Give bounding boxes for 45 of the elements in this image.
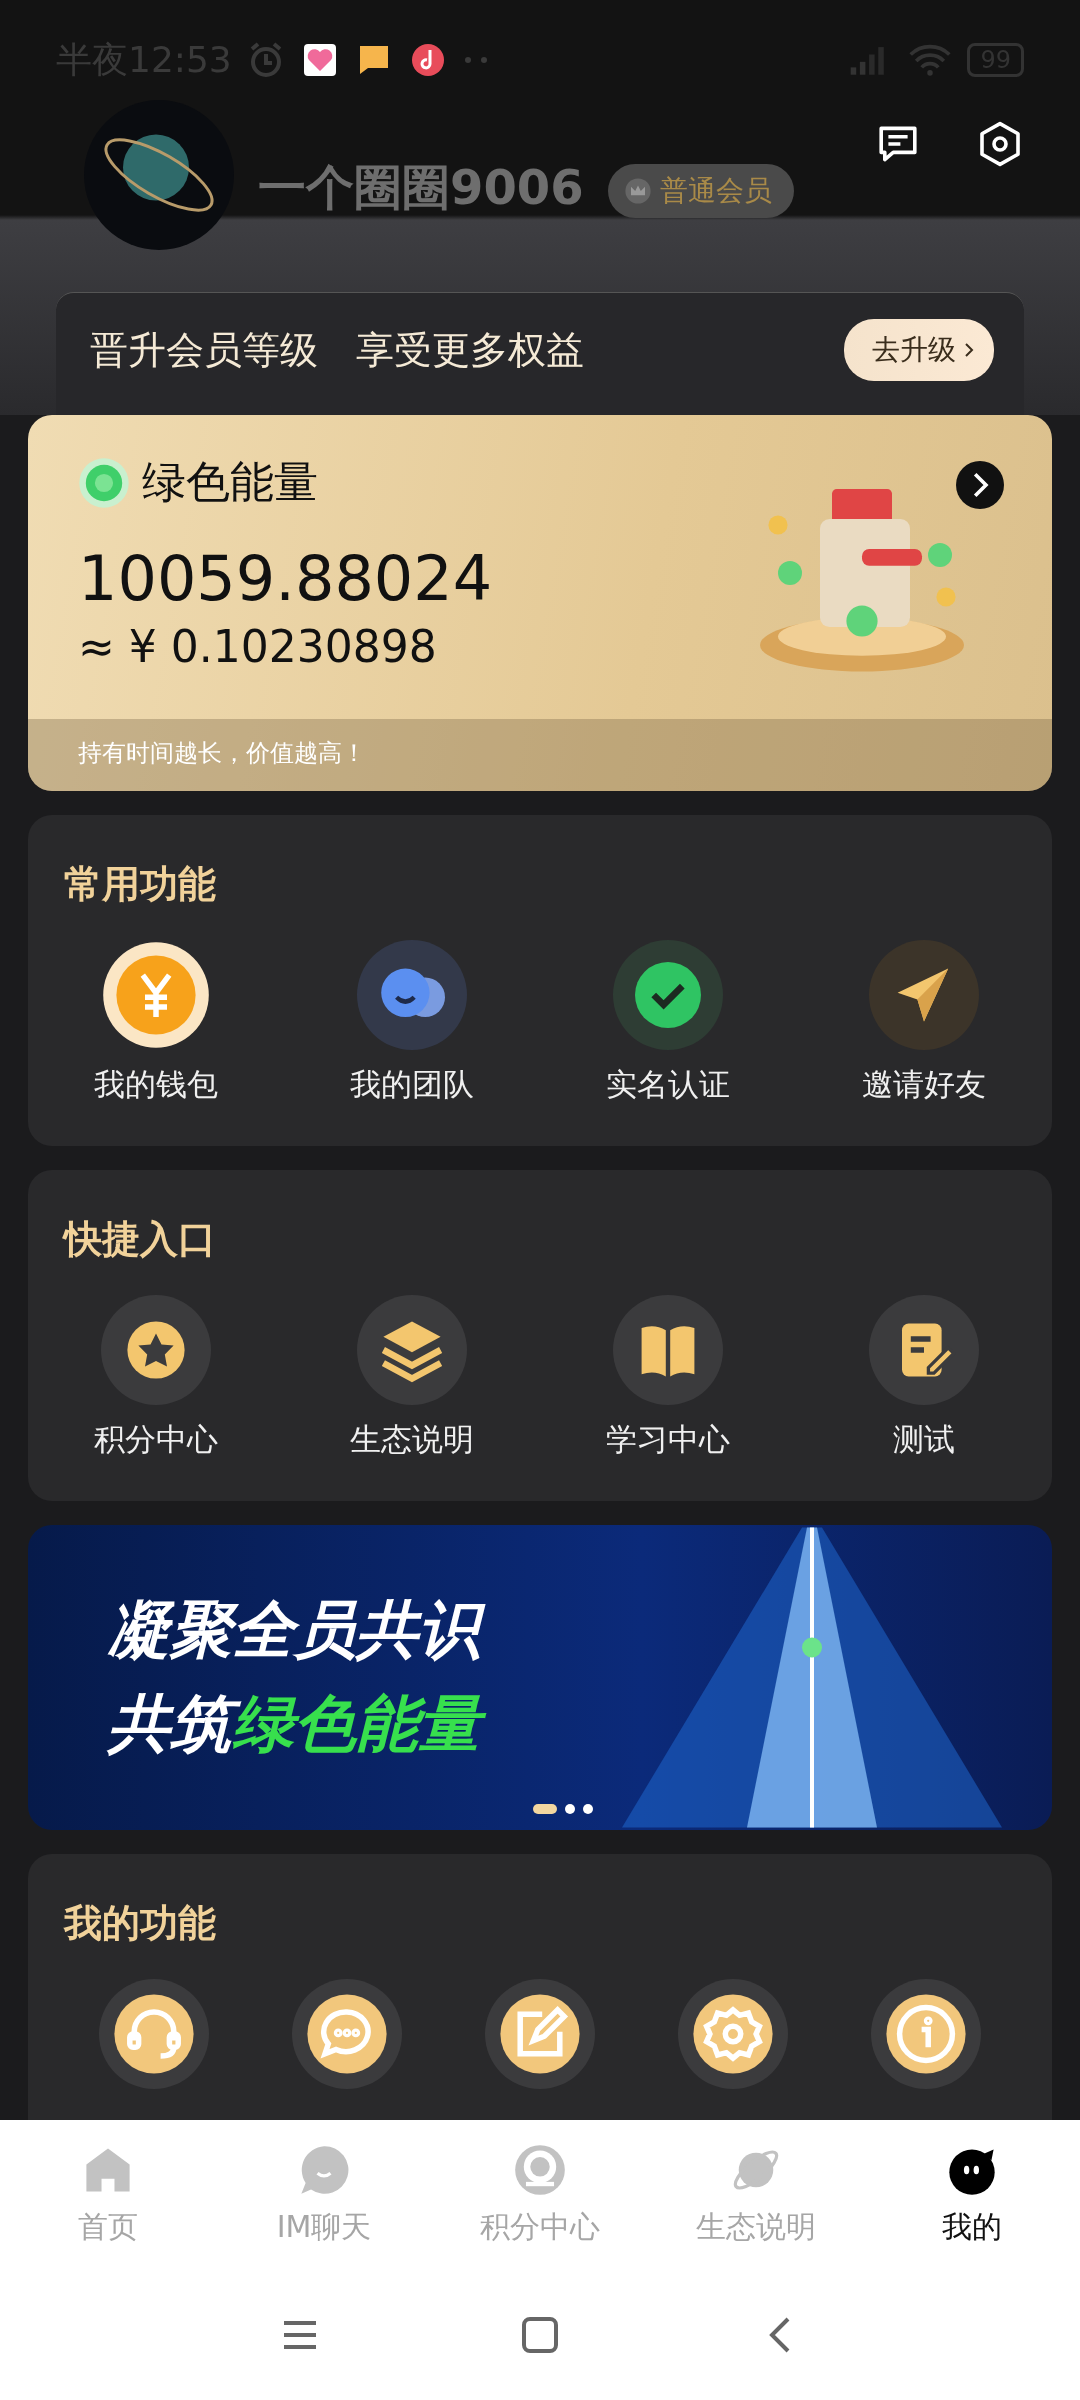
edit-note-icon xyxy=(869,1295,979,1405)
tab-item[interactable]: 我的 xyxy=(864,2142,1080,2248)
promo-banner[interactable]: 凝聚全员共识 共筑绿色能量 xyxy=(28,1525,1052,1830)
yen-coin-icon xyxy=(101,940,211,1050)
energy-value: ≈ ¥ 0.10230898 xyxy=(78,621,437,672)
crown-icon xyxy=(623,177,652,205)
chevron-right-icon xyxy=(964,341,974,359)
function-item[interactable]: 学习中心 xyxy=(540,1295,796,1461)
energy-note: 持有时间越长，价值越高！ xyxy=(78,739,366,767)
info-icon[interactable] xyxy=(870,1979,981,2089)
carousel-dot[interactable] xyxy=(565,1804,575,1814)
energy-card[interactable]: 绿色能量 10059.88024 ≈ ¥ 0.10230898 持有时间越长，价值越高！ xyxy=(28,415,1052,791)
book-icon xyxy=(613,1295,723,1405)
chat-bubble-icon[interactable] xyxy=(292,1979,403,2089)
function-item[interactable]: 邀请好友 xyxy=(796,940,1052,1106)
upgrade-button[interactable]: 去升级 xyxy=(844,319,994,381)
function-item[interactable]: 实名认证 xyxy=(540,940,796,1106)
member-level-text: 普通会员 xyxy=(659,173,772,209)
energy-amount: 10059.88024 xyxy=(78,542,493,615)
points-coin-icon xyxy=(513,2142,567,2197)
carousel-dot[interactable] xyxy=(583,1804,593,1814)
function-item[interactable]: 生态说明 xyxy=(284,1295,540,1461)
section-title: 常用功能 xyxy=(64,861,217,908)
user-name: 一个圈圈9006 xyxy=(258,158,584,217)
function-item[interactable]: 我的钱包 xyxy=(28,940,284,1106)
home-square-icon[interactable] xyxy=(520,2315,560,2355)
energy-title: 绿色能量 xyxy=(142,455,318,509)
settings-icon[interactable] xyxy=(677,1979,788,2089)
edit-icon[interactable] xyxy=(485,1979,595,2089)
check-circle-icon xyxy=(613,940,723,1050)
function-item[interactable]: 我的团队 xyxy=(284,940,540,1106)
team-icon xyxy=(357,940,467,1050)
section-title: 我的功能 xyxy=(64,1900,217,1947)
layers-icon xyxy=(357,1295,467,1405)
headset-icon[interactable] xyxy=(99,1979,210,2089)
upgrade-text: 享受更多权益 xyxy=(356,326,584,374)
banner-headline: 凝聚全员共识 xyxy=(104,1587,496,1675)
upgrade-text: 晋升会员等级 xyxy=(90,326,318,374)
section-title: 快捷入口 xyxy=(64,1216,217,1263)
function-item[interactable]: 积分中心 xyxy=(28,1295,284,1461)
function-item[interactable]: 测试 xyxy=(796,1295,1052,1461)
energy-coin-icon xyxy=(78,456,130,509)
banner-headline: 共筑绿色能量 xyxy=(104,1680,496,1768)
paper-plane-icon xyxy=(869,940,979,1050)
chevron-right-icon[interactable] xyxy=(956,461,1004,509)
